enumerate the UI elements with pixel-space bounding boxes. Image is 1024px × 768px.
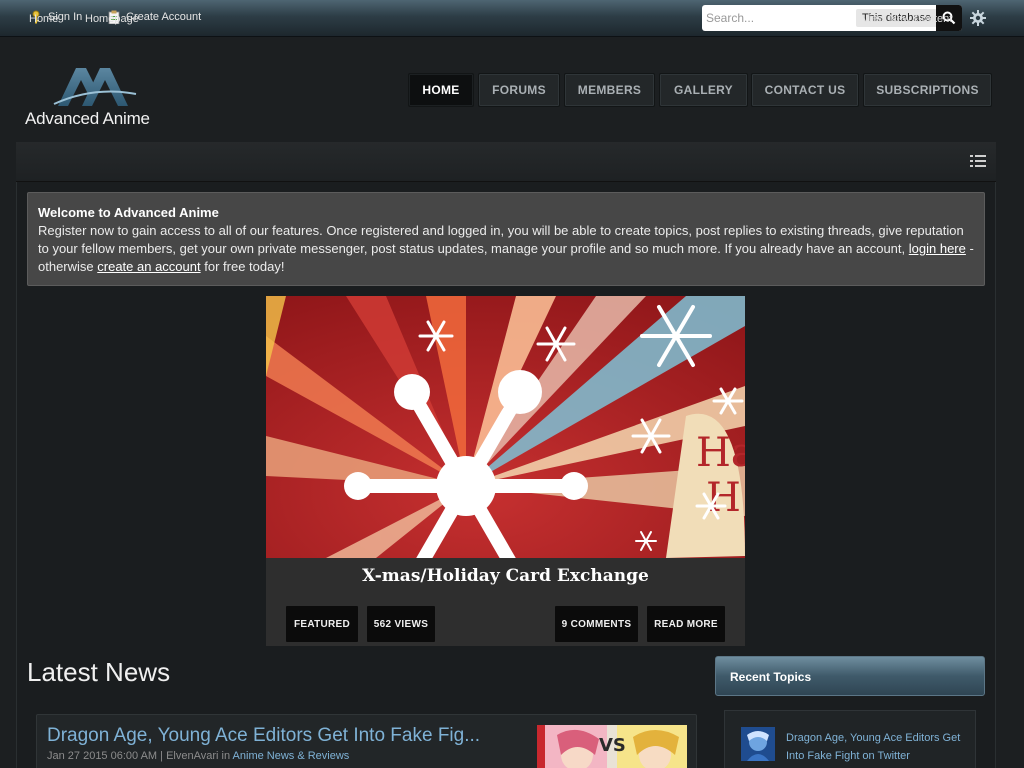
featured-badge: FEATURED [286, 606, 358, 642]
read-more-button[interactable]: READ MORE [647, 606, 725, 642]
news-item-author[interactable]: ElvenAvari [166, 750, 218, 762]
view-new-content-link[interactable]: View New Content [862, 13, 952, 25]
news-item-meta: Jan 27 2015 06:00 AM | ElvenAvari in Ani… [47, 750, 350, 762]
tab-members[interactable]: MEMBERS [564, 73, 655, 107]
svg-text:H: H [706, 475, 741, 521]
views-badge: 562 VIEWS [367, 606, 435, 642]
welcome-tail: for free today! [204, 259, 285, 274]
tab-home[interactable]: HOME [408, 73, 474, 107]
featured-image[interactable]: Ha H [266, 296, 745, 558]
tab-gallery[interactable]: GALLERY [659, 73, 748, 107]
search-input[interactable] [702, 7, 852, 29]
topic-avatar[interactable] [741, 727, 775, 761]
featured-article: Ha H X-mas/Holiday Card Exchange FEATURE… [266, 296, 745, 646]
svg-text:Ha: Ha [696, 430, 745, 476]
breadcrumb [16, 142, 996, 182]
recent-topics-list: Dragon Age, Young Ace Editors Get Into F… [724, 710, 976, 768]
news-item: Dragon Age, Young Ace Editors Get Into F… [36, 714, 697, 768]
welcome-body: Register now to gain access to all of ou… [38, 223, 964, 256]
breadcrumb-home[interactable]: Home [29, 13, 58, 25]
latest-news-heading: Latest News [27, 657, 171, 687]
welcome-title: Welcome to Advanced Anime [38, 205, 219, 220]
news-item-title[interactable]: Dragon Age, Young Ace Editors Get Into F… [47, 725, 480, 747]
comments-button[interactable]: 9 COMMENTS [555, 606, 638, 642]
news-item-thumbnail[interactable]: VS [537, 725, 687, 768]
gear-icon[interactable] [969, 9, 987, 27]
login-link[interactable]: login here [909, 241, 966, 256]
recent-topic-link[interactable]: Dragon Age, Young Ace Editors Get Into F… [786, 729, 966, 765]
tab-subscriptions[interactable]: SUBSCRIPTIONS [863, 73, 992, 107]
svg-text:VS: VS [599, 735, 626, 756]
recent-topics-header: Recent Topics [715, 656, 985, 696]
news-item-category[interactable]: Anime News & Reviews [233, 750, 350, 762]
breadcrumb-homepage[interactable]: Homepage [85, 13, 139, 25]
create-account-inline-link[interactable]: create an account [97, 259, 200, 274]
welcome-notice: Welcome to Advanced Anime Register now t… [27, 192, 985, 286]
featured-title[interactable]: X-mas/Holiday Card Exchange [266, 566, 745, 586]
tab-forums[interactable]: FORUMS [478, 73, 560, 107]
site-name[interactable]: Advanced Anime [25, 109, 150, 129]
list-icon[interactable] [970, 155, 986, 167]
news-item-in: in [221, 750, 231, 762]
tab-contact-us[interactable]: CONTACT US [751, 73, 859, 107]
news-item-date: Jan 27 2015 06:00 AM [47, 750, 158, 762]
